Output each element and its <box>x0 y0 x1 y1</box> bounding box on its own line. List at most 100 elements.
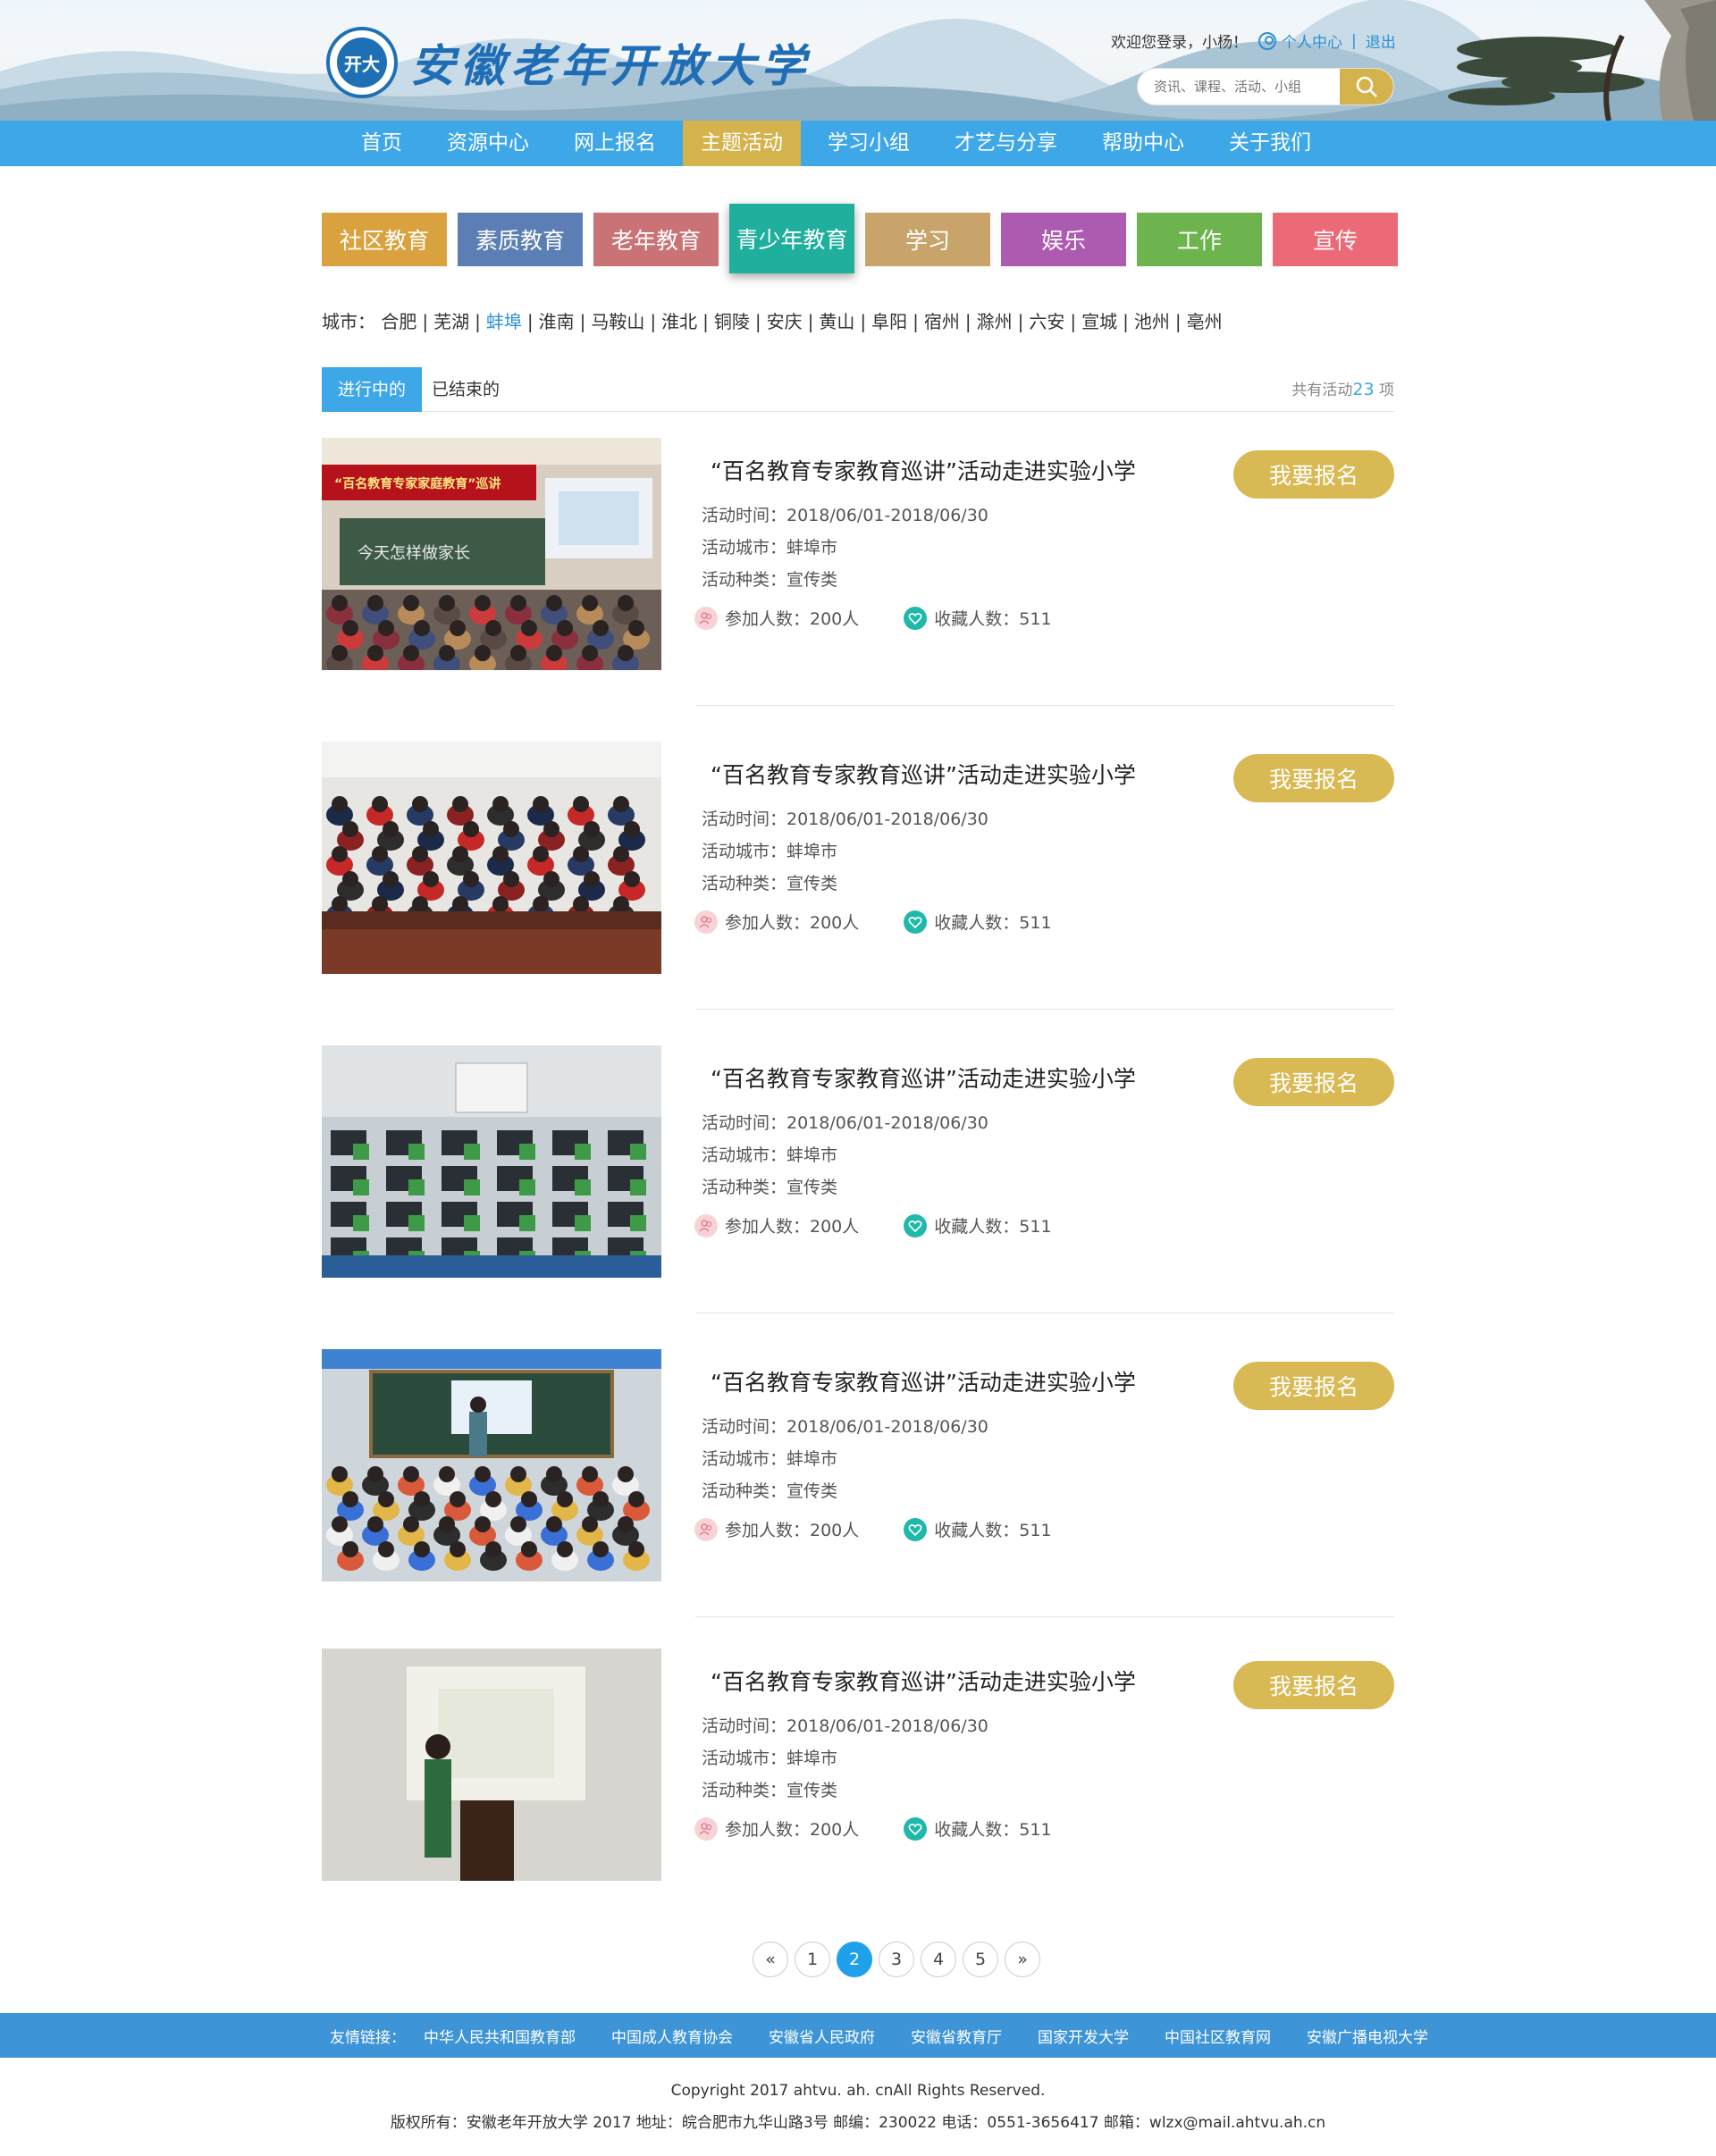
activity-card-0: “百名教育专家家庭教育”巡讲 今天怎样做家长 “百名教育专家教育巡讲”活动走进实… <box>322 438 1394 706</box>
search-button[interactable] <box>1340 69 1393 105</box>
activity-thumbnail[interactable] <box>322 1648 661 1881</box>
favorites-stat[interactable]: 收藏人数：511 <box>904 1816 1052 1841</box>
nav-item-0[interactable]: 首页 <box>343 121 420 166</box>
city-link-9[interactable]: 阜阳 <box>871 311 907 332</box>
signup-button[interactable]: 我要报名 <box>1233 1362 1394 1410</box>
activity-title[interactable]: “百名教育专家教育巡讲”活动走进实验小学 <box>711 454 1136 486</box>
favorites-count: 收藏人数：511 <box>934 609 1052 629</box>
city-link-8[interactable]: 黄山 <box>819 311 854 332</box>
activity-divider <box>695 1009 1394 1010</box>
activity-title[interactable]: “百名教育专家教育巡讲”活动走进实验小学 <box>711 1665 1136 1697</box>
activity-thumbnail[interactable] <box>322 742 661 974</box>
friendly-link-1[interactable]: 中国成人教育协会 <box>611 2025 733 2047</box>
friendly-links-bar: 友情链接： 中华人民共和国教育部 中国成人教育协会 安徽省人民政府 安徽省教育厅 国家开… <box>0 2013 1716 2058</box>
favorites-stat[interactable]: 收藏人数：511 <box>904 606 1052 630</box>
activity-title[interactable]: “百名教育专家教育巡讲”活动走进实验小学 <box>711 1365 1136 1397</box>
city-link-12[interactable]: 六安 <box>1029 311 1064 332</box>
pagination-prev-button[interactable]: « <box>753 1942 788 1977</box>
activity-time: 活动时间：2018/06/01-2018/06/30 <box>702 1716 988 1736</box>
city-separator: | <box>1174 311 1182 332</box>
activity-thumbnail[interactable] <box>322 1045 661 1278</box>
friendly-link-6[interactable]: 安徽广播电视大学 <box>1307 2025 1428 2047</box>
pagination-page-3[interactable]: 3 <box>879 1942 914 1977</box>
activity-title[interactable]: “百名教育专家教育巡讲”活动走进实验小学 <box>711 758 1136 790</box>
category-tile-7[interactable]: 宣传 <box>1273 213 1398 266</box>
friendly-link-4[interactable]: 国家开发大学 <box>1038 2025 1129 2047</box>
logout-link[interactable]: 退出 <box>1366 29 1396 52</box>
search-input[interactable] <box>1154 69 1333 105</box>
city-separator: | <box>860 311 867 332</box>
signup-button[interactable]: 我要报名 <box>1233 450 1394 499</box>
activity-time: 活动时间：2018/06/01-2018/06/30 <box>702 1113 988 1133</box>
city-link-3[interactable]: 淮南 <box>539 311 575 332</box>
activity-thumbnail[interactable]: “百名教育专家家庭教育”巡讲 今天怎样做家长 <box>322 438 661 670</box>
city-separator: | <box>1123 311 1129 332</box>
city-link-0[interactable]: 合肥 <box>381 311 416 332</box>
signup-button[interactable]: 我要报名 <box>1233 754 1394 802</box>
site-logo[interactable]: 开大 安徽老年开放大学 <box>326 27 811 98</box>
category-tile-3[interactable]: 青少年教育 <box>729 204 854 273</box>
activity-stats: 参加人数：200人 收藏人数：511 <box>694 1816 1097 1841</box>
activity-photo-3 <box>322 1349 661 1581</box>
thumb-board-text: 今天怎样做家长 <box>358 544 470 563</box>
city-link-10[interactable]: 宿州 <box>924 311 960 332</box>
city-link-2[interactable]: 蚌埠 <box>486 311 522 332</box>
category-tile-0[interactable]: 社区教育 <box>322 213 447 266</box>
category-tile-4[interactable]: 学习 <box>865 213 990 266</box>
nav-item-7[interactable]: 关于我们 <box>1211 121 1329 166</box>
nav-item-3[interactable]: 主题活动 <box>683 121 801 166</box>
nav-item-6[interactable]: 帮助中心 <box>1084 121 1202 166</box>
tab-ended[interactable]: 已结束的 <box>416 367 516 412</box>
city-link-11[interactable]: 滁州 <box>977 311 1013 332</box>
city-link-4[interactable]: 马鞍山 <box>591 311 644 332</box>
favorites-stat[interactable]: 收藏人数：511 <box>904 1517 1052 1541</box>
tab-ongoing[interactable]: 进行中的 <box>322 367 423 412</box>
city-link-14[interactable]: 池州 <box>1134 311 1170 332</box>
activity-city: 活动城市：蚌埠市 <box>702 1145 838 1165</box>
personal-center-link[interactable]: 个人中心 <box>1258 29 1342 52</box>
activity-thumbnail[interactable] <box>322 1349 661 1581</box>
friendly-link-3[interactable]: 安徽省教育厅 <box>911 2025 1002 2047</box>
pagination-page-2[interactable]: 2 <box>837 1942 872 1977</box>
city-link-1[interactable]: 芜湖 <box>433 311 469 332</box>
pagination-page-4[interactable]: 4 <box>921 1942 956 1977</box>
activity-title[interactable]: “百名教育专家教育巡讲”活动走进实验小学 <box>711 1061 1136 1094</box>
copyright: Copyright 2017 ahtvu. ah. cnAll Rights R… <box>670 2082 1046 2100</box>
signup-button[interactable]: 我要报名 <box>1233 1661 1394 1709</box>
nav-item-2[interactable]: 网上报名 <box>556 121 674 166</box>
category-tile-6[interactable]: 工作 <box>1137 213 1262 266</box>
city-link-6[interactable]: 铜陵 <box>714 311 750 332</box>
pagination-next-button[interactable]: » <box>1005 1942 1040 1977</box>
friendly-link-0[interactable]: 中华人民共和国教育部 <box>424 2025 576 2047</box>
favorites-count: 收藏人数：511 <box>934 1217 1052 1237</box>
friendly-link-5[interactable]: 中国社区教育网 <box>1165 2025 1271 2047</box>
friendly-link-2[interactable]: 安徽省人民政府 <box>769 2025 875 2047</box>
city-link-15[interactable]: 亳州 <box>1187 311 1223 332</box>
signup-button[interactable]: 我要报名 <box>1233 1058 1394 1106</box>
nav-item-5[interactable]: 才艺与分享 <box>937 121 1075 166</box>
pagination-page-1[interactable]: 1 <box>795 1942 830 1977</box>
activity-stats: 参加人数：200人 收藏人数：511 <box>694 606 1097 630</box>
category-tile-5[interactable]: 娱乐 <box>1001 213 1126 266</box>
city-separator: | <box>1017 311 1024 332</box>
search-box <box>1137 68 1394 105</box>
heart-icon <box>904 910 928 934</box>
favorites-stat[interactable]: 收藏人数：511 <box>904 910 1052 934</box>
activity-time: 活动时间：2018/06/01-2018/06/30 <box>702 1417 988 1437</box>
city-link-13[interactable]: 宣城 <box>1081 311 1117 332</box>
category-tile-1[interactable]: 素质教育 <box>458 213 583 266</box>
nav-item-1[interactable]: 资源中心 <box>429 121 547 166</box>
activity-stats: 参加人数：200人 收藏人数：511 <box>694 910 1097 934</box>
participants-stat: 参加人数：200人 <box>694 1517 859 1541</box>
city-link-7[interactable]: 安庆 <box>767 311 803 332</box>
pagination-page-5[interactable]: 5 <box>963 1942 998 1977</box>
people-icon <box>694 1816 718 1841</box>
nav-item-4[interactable]: 学习小组 <box>810 121 928 166</box>
university-seal-icon: 开大 <box>326 27 398 98</box>
city-separator: | <box>754 311 761 332</box>
main-nav-items: 首页 资源中心 网上报名 主题活动 学习小组 才艺与分享 帮助中心 关于我们 <box>343 121 1338 166</box>
category-tile-2[interactable]: 老年教育 <box>593 213 719 266</box>
city-separator: | <box>702 311 709 332</box>
favorites-stat[interactable]: 收藏人数：511 <box>904 1213 1052 1237</box>
city-link-5[interactable]: 淮北 <box>661 311 697 332</box>
